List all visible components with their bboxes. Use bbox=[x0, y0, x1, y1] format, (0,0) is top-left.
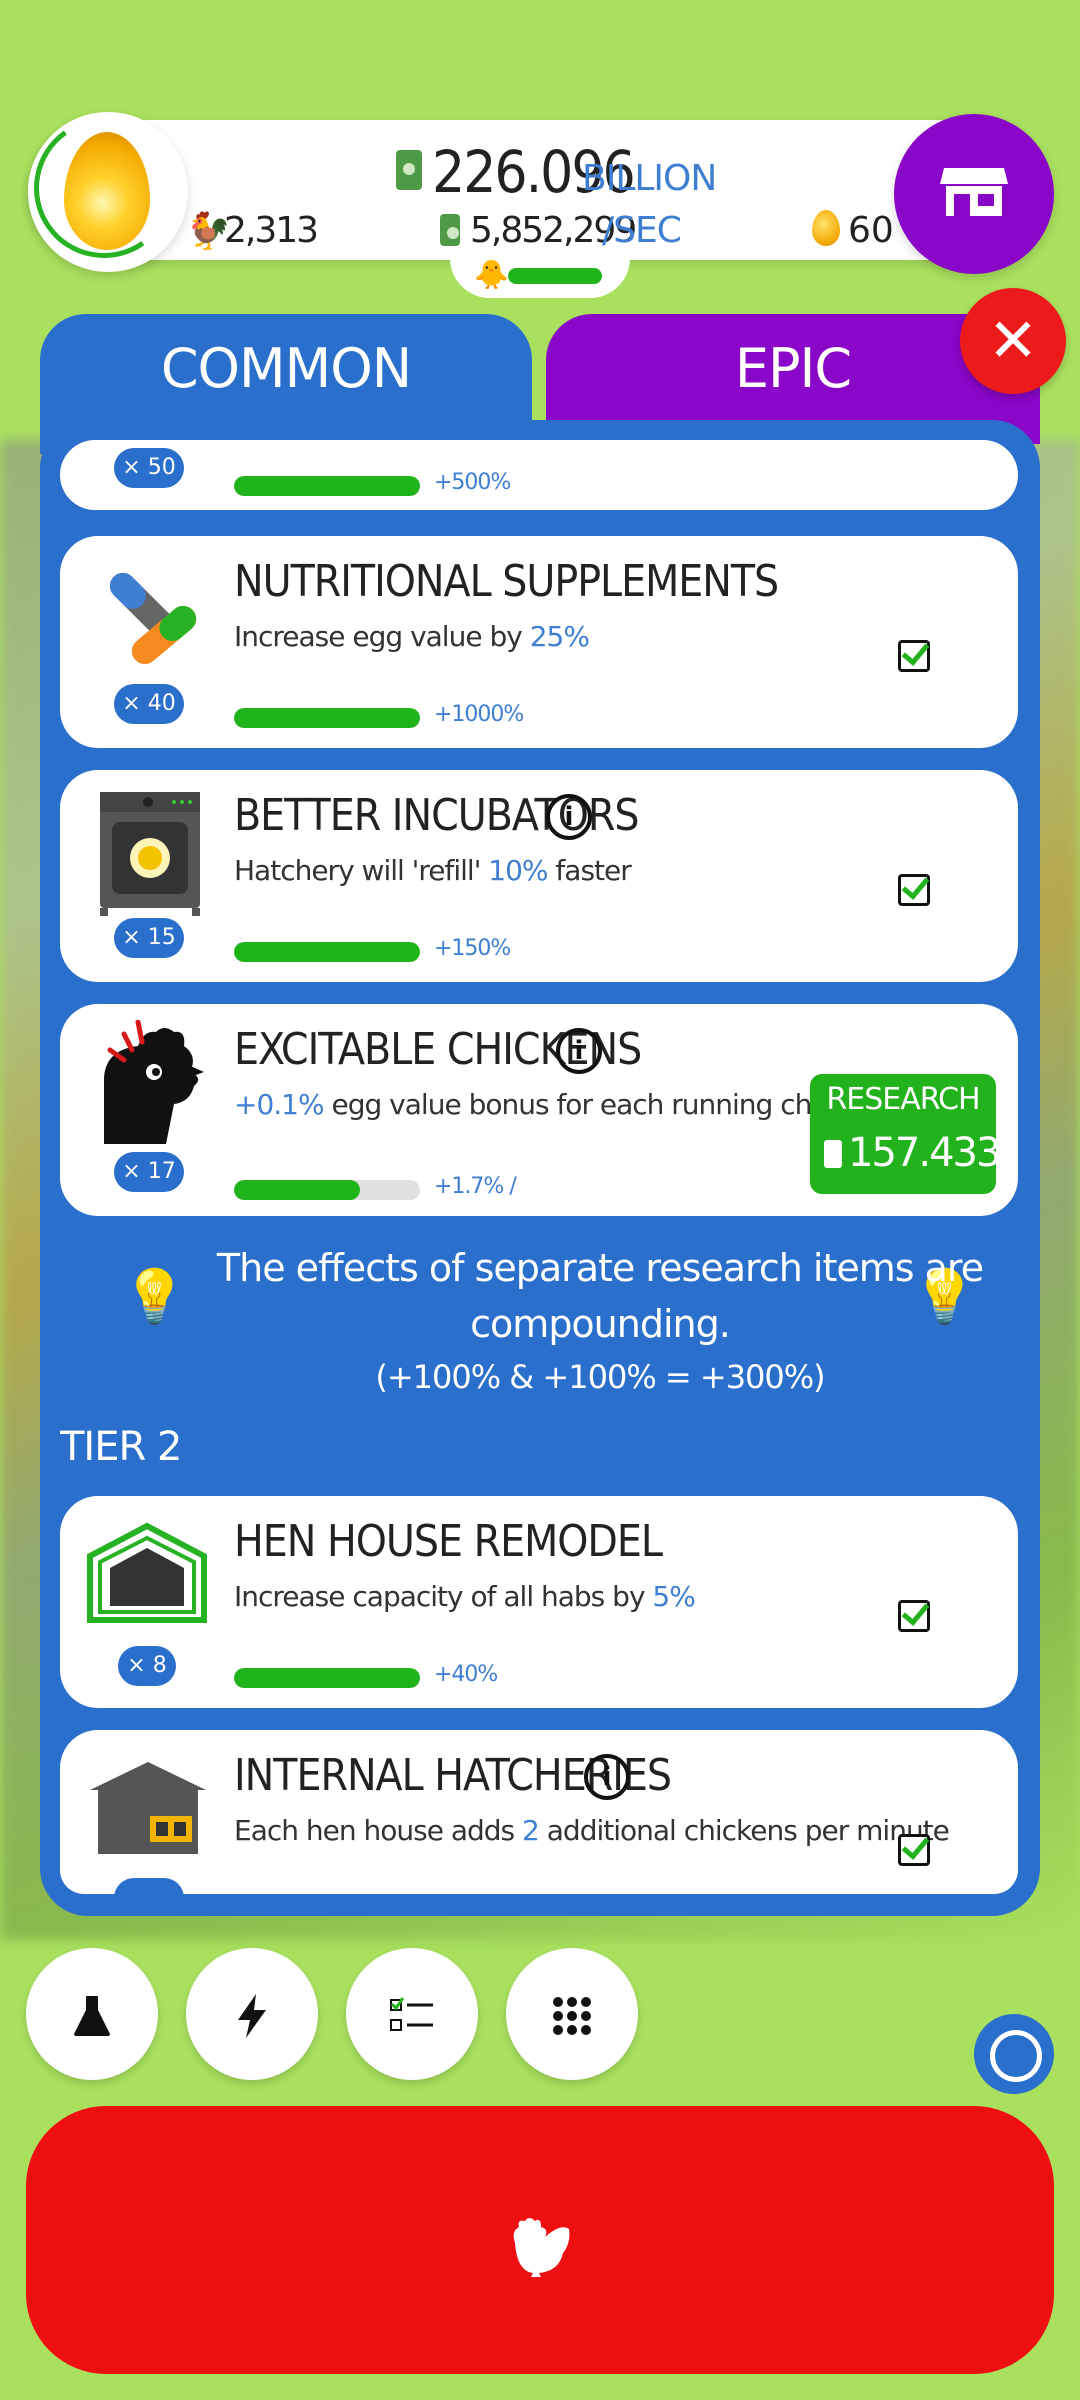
info-icon[interactable]: i bbox=[546, 794, 592, 840]
menu-button[interactable] bbox=[506, 1948, 638, 2080]
grid-icon bbox=[553, 1997, 591, 2035]
research-card[interactable]: × 8 HEN HOUSE REMODEL Increase capacity … bbox=[60, 1496, 1018, 1708]
research-list[interactable]: × 50 +500% × 40 NUTRITIONAL SUPPLEMENTS … bbox=[60, 440, 1018, 1894]
research-card[interactable]: × 15 BETTER INCUBATORS i Hatchery will '… bbox=[60, 770, 1018, 982]
tab-common[interactable]: COMMON bbox=[40, 314, 532, 454]
golden-egg-currency-icon bbox=[812, 210, 840, 246]
level-badge: × 17 bbox=[114, 1152, 184, 1192]
research-button-label: RESEARCH bbox=[826, 1082, 980, 1117]
progress-bar bbox=[234, 476, 420, 496]
research-description: Increase egg value by 25% bbox=[234, 620, 590, 653]
earn-rate-unit: /SEC bbox=[602, 210, 682, 251]
chicken-icon bbox=[26, 2106, 1054, 2374]
research-title: NUTRITIONAL SUPPLEMENTS bbox=[234, 556, 779, 607]
research-description: +0.1% egg value bonus for each running c… bbox=[234, 1088, 881, 1121]
research-description: Increase capacity of all habs by 5% bbox=[234, 1580, 696, 1613]
progress-fill bbox=[234, 1180, 361, 1200]
shop-icon bbox=[940, 168, 1008, 216]
bonus-label: +1000% bbox=[434, 702, 524, 727]
tip-example: (+100% & +100% = +300%) bbox=[375, 1358, 825, 1396]
research-button[interactable]: RESEARCH 157.433M bbox=[810, 1074, 1018, 1194]
progress-bar bbox=[234, 708, 420, 728]
level-badge: × 50 bbox=[114, 448, 184, 488]
progress-fill bbox=[234, 1668, 420, 1688]
lightbulb-icon: 💡 bbox=[122, 1267, 187, 1327]
pills-icon bbox=[109, 572, 197, 665]
tip-line-2: compounding. bbox=[470, 1302, 731, 1346]
research-price: 157.433M bbox=[848, 1130, 1018, 1176]
tier-heading: TIER 2 bbox=[60, 1424, 182, 1470]
lightning-icon bbox=[238, 1994, 266, 2038]
research-card[interactable]: × 17 EXCITABLE CHICKENS i +0.1% egg valu… bbox=[60, 1004, 1018, 1216]
incubator-icon bbox=[100, 792, 200, 916]
money-unit: BILLION bbox=[582, 158, 717, 199]
bonus-label: +500% bbox=[434, 470, 511, 495]
close-icon: ✕ bbox=[987, 306, 1039, 376]
progress-fill bbox=[234, 942, 420, 962]
research-title: HEN HOUSE REMODEL bbox=[234, 1516, 663, 1567]
hatchery-house-icon bbox=[90, 1762, 206, 1854]
overlay-circle-button[interactable] bbox=[974, 2014, 1054, 2094]
progress-fill bbox=[234, 708, 420, 728]
shop-button[interactable] bbox=[894, 114, 1054, 274]
cash-icon bbox=[396, 150, 422, 190]
info-icon[interactable]: i bbox=[584, 1754, 630, 1800]
bonus-label: +150% bbox=[434, 936, 511, 961]
hen-house-icon bbox=[87, 1522, 207, 1623]
cash-rate-icon bbox=[440, 214, 460, 246]
excited-chicken-icon bbox=[104, 1020, 204, 1144]
checklist-icon bbox=[390, 1997, 433, 2031]
hatch-progress-bar bbox=[508, 268, 602, 284]
progress-fill bbox=[234, 476, 420, 496]
golden-egg-count: 60 bbox=[848, 210, 894, 251]
level-badge bbox=[114, 1878, 184, 1894]
bonus-label: +1.7% / bbox=[434, 1174, 517, 1199]
progress-bar bbox=[234, 942, 420, 962]
missions-button[interactable] bbox=[346, 1948, 478, 2080]
research-description: Hatchery will 'refill' 10% faster bbox=[234, 854, 632, 887]
completed-check-icon bbox=[898, 1834, 930, 1866]
info-icon[interactable]: i bbox=[556, 1028, 602, 1074]
level-badge: × 8 bbox=[118, 1646, 176, 1686]
research-lab-button[interactable] bbox=[26, 1948, 158, 2080]
research-description: Each hen house adds 2 additional chicken… bbox=[234, 1814, 950, 1847]
progress-bar bbox=[234, 1180, 420, 1200]
boosts-button[interactable] bbox=[186, 1948, 318, 2080]
hatch-chicken-button[interactable] bbox=[26, 2106, 1054, 2374]
tip-line-1: The effects of separate research items a… bbox=[216, 1246, 984, 1290]
chicken-count: 2,313 bbox=[224, 210, 319, 251]
egg-type-button[interactable] bbox=[22, 106, 188, 272]
completed-check-icon bbox=[898, 874, 930, 906]
flask-icon bbox=[74, 1996, 110, 2036]
progress-bar bbox=[234, 1668, 420, 1688]
research-card-partial: × 50 +500% bbox=[60, 440, 1018, 510]
cash-icon bbox=[824, 1140, 842, 1168]
research-card[interactable]: INTERNAL HATCHERIES i Each hen house add… bbox=[60, 1730, 1018, 1894]
completed-check-icon bbox=[898, 640, 930, 672]
chick-icon: 🐥 bbox=[474, 258, 509, 291]
level-badge: × 40 bbox=[114, 684, 184, 724]
level-badge: × 15 bbox=[114, 918, 184, 958]
tab-common-label: COMMON bbox=[160, 337, 412, 400]
bonus-label: +40% bbox=[434, 1662, 498, 1687]
completed-check-icon bbox=[898, 1600, 930, 1632]
research-card[interactable]: × 40 NUTRITIONAL SUPPLEMENTS Increase eg… bbox=[60, 536, 1018, 748]
close-button[interactable]: ✕ bbox=[960, 288, 1066, 394]
